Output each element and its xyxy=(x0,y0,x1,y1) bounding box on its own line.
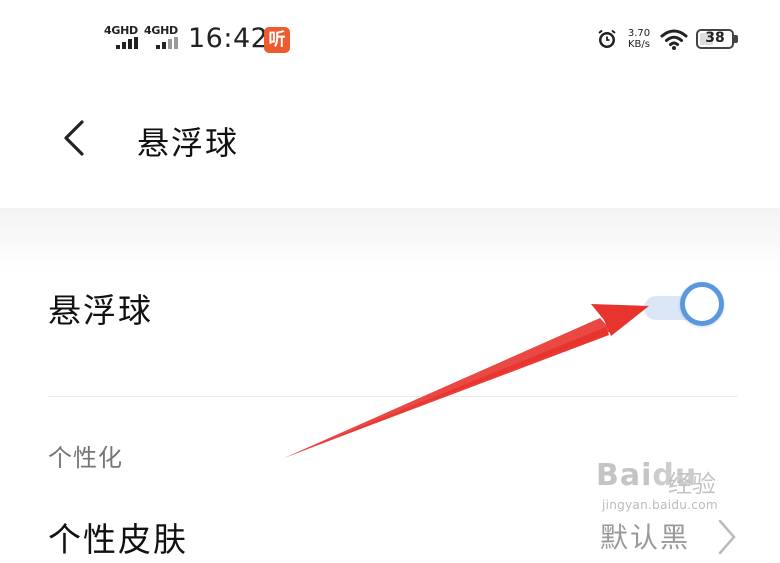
signal-icon xyxy=(156,37,180,49)
wifi-icon xyxy=(660,29,688,50)
theme-skin-label: 个性皮肤 xyxy=(48,520,188,559)
watermark-url: jingyan.baidu.com xyxy=(602,498,718,512)
signal-1: 4GHD xyxy=(104,24,142,50)
battery-level: 38 xyxy=(705,30,725,46)
network-speed-value: 3.70 xyxy=(627,28,651,39)
section-divider xyxy=(48,396,738,397)
section-header-personalization: 个性化 xyxy=(48,444,123,472)
floating-ball-row[interactable]: 悬浮球 xyxy=(0,260,780,350)
baidu-watermark: Baidu 经验 jingyan.baidu.com xyxy=(596,450,746,530)
floating-ball-label: 悬浮球 xyxy=(48,291,153,330)
toggle-knob xyxy=(680,282,724,326)
page-title: 悬浮球 xyxy=(137,124,240,162)
network-type-label-1: 4GHD xyxy=(104,24,138,37)
network-speed: 3.70 KB/s xyxy=(622,28,656,50)
signal-icon xyxy=(116,37,140,49)
page-header: 悬浮球 xyxy=(0,78,780,208)
network-type-label-2: 4GHD xyxy=(144,24,178,37)
floating-ball-toggle[interactable] xyxy=(644,282,730,332)
battery-tip xyxy=(734,35,738,43)
app-notification-badge: 听 xyxy=(264,27,290,53)
alarm-icon xyxy=(598,29,616,48)
signal-2: 4GHD xyxy=(144,24,182,50)
network-speed-unit: KB/s xyxy=(628,39,650,50)
back-chevron-icon[interactable] xyxy=(52,116,96,160)
baidu-logo-part1: Bai xyxy=(596,458,653,493)
battery-icon: 38 xyxy=(696,29,734,49)
status-time: 16:42 xyxy=(188,23,269,54)
status-bar: 4GHD 4GHD 16:42 听 3.70 KB/s 38 xyxy=(0,0,780,78)
watermark-text: 经验 xyxy=(668,470,716,498)
